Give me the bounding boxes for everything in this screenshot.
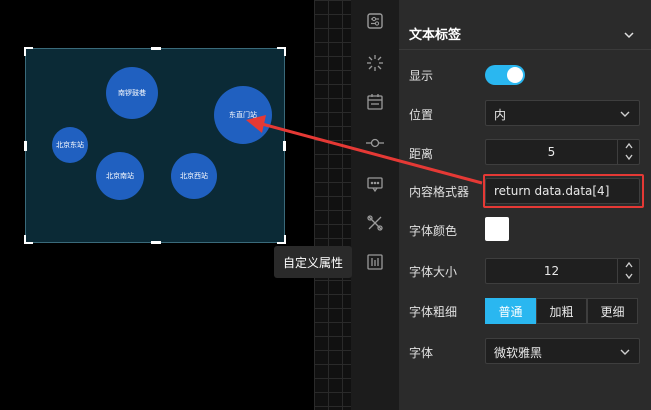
font-weight-label: 字体粗细 (409, 305, 458, 319)
resize-handle-bottom-right[interactable] (277, 235, 286, 244)
tooltip: 自定义属性 (274, 246, 352, 278)
stepper-buttons[interactable] (617, 140, 639, 164)
font-weight-bold[interactable]: 加粗 (536, 298, 587, 324)
tools-icon[interactable] (365, 213, 385, 233)
grid-strip (314, 0, 351, 410)
style-icon[interactable] (365, 11, 385, 31)
property-toolbar (351, 0, 399, 410)
resize-handle-top-left[interactable] (24, 47, 33, 56)
distance-value: 5 (547, 145, 556, 159)
resize-handle-top[interactable] (151, 47, 161, 50)
resize-handle-bottom[interactable] (151, 241, 161, 244)
chevron-down-icon[interactable] (624, 272, 634, 280)
chevron-up-icon[interactable] (624, 261, 634, 269)
position-value: 内 (494, 108, 507, 122)
chevron-down-icon[interactable] (624, 153, 634, 161)
font-weight-lighter[interactable]: 更细 (587, 298, 638, 324)
connector-icon[interactable] (365, 133, 385, 153)
font-color-swatch[interactable] (485, 217, 509, 241)
chevron-down-icon (619, 108, 631, 120)
message-icon[interactable] (365, 174, 385, 194)
resize-handle-top-right[interactable] (277, 47, 286, 56)
toggle-knob (507, 67, 523, 83)
formatter-label: 内容格式器 (409, 185, 470, 199)
font-family-select[interactable]: 微软雅黑 (485, 338, 640, 364)
chart-bubble: 东直门站 (214, 86, 272, 144)
font-family-label: 字体 (409, 346, 434, 360)
distance-label: 距离 (409, 147, 434, 161)
formatter-highlight-box (483, 174, 644, 208)
section-header[interactable]: 文本标签 (399, 14, 651, 50)
font-weight-normal[interactable]: 普通 (485, 298, 536, 324)
position-label: 位置 (409, 108, 434, 122)
distance-stepper[interactable]: 5 (485, 139, 640, 165)
font-size-stepper[interactable]: 12 (485, 258, 640, 284)
chart-bubble: 北京南站 (96, 152, 144, 200)
chart-bubble: 北京西站 (171, 153, 217, 199)
resize-handle-left[interactable] (24, 141, 27, 151)
font-family-value: 微软雅黑 (494, 346, 543, 360)
effect-icon[interactable] (365, 53, 385, 73)
calendar-icon[interactable] (365, 92, 385, 112)
font-size-label: 字体大小 (409, 265, 458, 279)
bubble-chart-component[interactable]: 南锣鼓巷 东直门站 北京东站 北京南站 北京西站 (24, 47, 286, 244)
stepper-buttons[interactable] (617, 259, 639, 283)
chevron-up-icon[interactable] (624, 142, 634, 150)
chart-bubble: 南锣鼓巷 (106, 67, 158, 119)
chevron-down-icon (619, 346, 631, 358)
resize-handle-right[interactable] (283, 141, 286, 151)
font-color-label: 字体颜色 (409, 224, 458, 238)
show-label: 显示 (409, 69, 434, 83)
resize-handle-bottom-left[interactable] (24, 235, 33, 244)
font-size-value: 12 (543, 264, 560, 278)
section-title: 文本标签 (409, 28, 462, 43)
position-select[interactable]: 内 (485, 100, 640, 126)
chart-bubble: 北京东站 (52, 127, 88, 163)
data-icon[interactable] (365, 252, 385, 272)
chevron-down-icon[interactable] (623, 26, 635, 39)
canvas-area[interactable]: 南锣鼓巷 东直门站 北京东站 北京南站 北京西站 (0, 0, 351, 410)
show-toggle[interactable] (485, 65, 525, 85)
